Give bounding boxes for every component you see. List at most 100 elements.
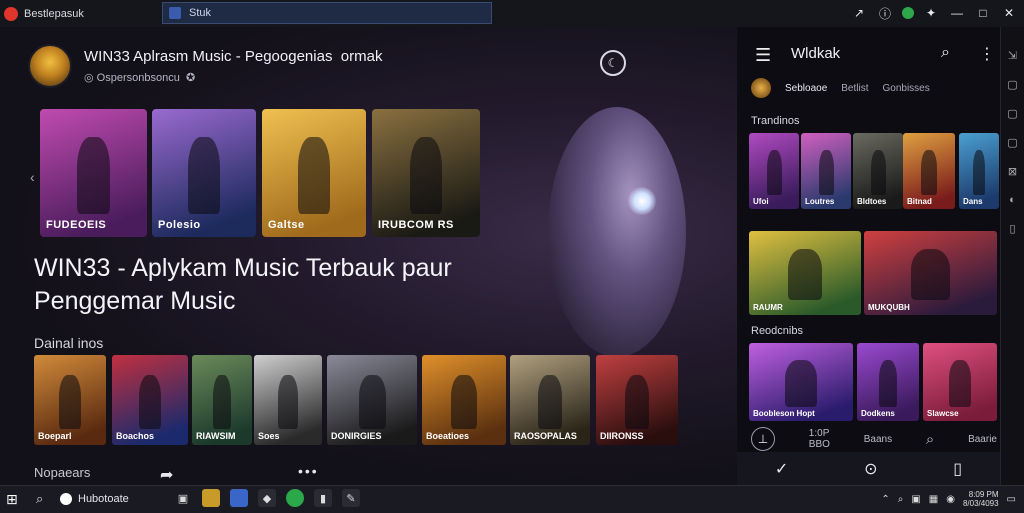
trending-tile[interactable]: Ufoi bbox=[749, 133, 799, 209]
album-card[interactable]: Soes bbox=[254, 355, 322, 445]
side-tool-2-icon[interactable]: ▢ bbox=[1007, 78, 1017, 91]
featured-card-label: Galtse bbox=[268, 219, 305, 231]
theme-toggle-icon[interactable]: ☾ bbox=[600, 50, 626, 76]
browser-icon[interactable] bbox=[286, 489, 304, 507]
taskbar-app-icon bbox=[60, 493, 72, 505]
trending-tile[interactable]: Loutres bbox=[801, 133, 851, 209]
featured-card[interactable]: IRUBCOM RS bbox=[372, 109, 480, 237]
tab-title: Stuk bbox=[189, 7, 212, 19]
album-card[interactable]: RAOSOPALAS bbox=[510, 355, 590, 445]
trending-tile[interactable]: Dans bbox=[959, 133, 999, 209]
side-tool-1-icon[interactable]: ⇲ bbox=[1008, 49, 1017, 62]
taskbar-icon-2[interactable]: ◆ bbox=[258, 489, 276, 507]
artist-figure bbox=[785, 360, 817, 407]
menu-icon[interactable]: ☰ bbox=[755, 45, 771, 66]
album-card[interactable]: Boachos bbox=[112, 355, 188, 445]
album-card[interactable]: DONIRGIES bbox=[327, 355, 417, 445]
taskbar-icon-3[interactable]: ▮ bbox=[314, 489, 332, 507]
chat-icon[interactable]: ⌕ bbox=[941, 44, 950, 62]
side-toolbar: ⇲ ▢ ▢ ▢ ⊠ ◐ ▯ bbox=[1000, 27, 1024, 485]
featured-tile[interactable]: RAUMR bbox=[749, 231, 861, 315]
ctrl-label-a[interactable]: Baans bbox=[864, 434, 892, 445]
featured-card[interactable]: Polesio bbox=[152, 109, 256, 237]
panel-title: Wldkak bbox=[791, 45, 841, 62]
featured-card[interactable]: FUDEOEIS bbox=[40, 109, 147, 237]
album-card[interactable]: Boeparl bbox=[34, 355, 106, 445]
share-arrow-icon[interactable]: ➦ bbox=[160, 465, 173, 485]
taskbar-icon-1[interactable]: ▣ bbox=[174, 489, 192, 507]
folder-icon[interactable] bbox=[202, 489, 220, 507]
section-title: Dainal inos bbox=[34, 335, 104, 351]
main-content: ☾ WIN33 Aplrasm Music - Pegoogenias orma… bbox=[0, 27, 737, 485]
side-tool-5-icon[interactable]: ⊠ bbox=[1008, 165, 1017, 178]
taskbar-icon-4[interactable]: ✎ bbox=[342, 489, 360, 507]
taskbar-app-label: Hubotoate bbox=[78, 493, 129, 505]
album-card-label: RIAWSIM bbox=[196, 431, 236, 441]
info-icon[interactable]: ⓘ bbox=[876, 4, 894, 22]
share-icon[interactable]: ↗ bbox=[850, 4, 868, 22]
user-avatar[interactable] bbox=[751, 78, 771, 98]
side-tool-6-icon[interactable]: ◐ bbox=[1009, 194, 1016, 206]
album-card[interactable]: DIIRONSS bbox=[596, 355, 678, 445]
bottom-nav-row: Nopaears ➦ ••• bbox=[34, 463, 334, 485]
album-card-label: DIIRONSS bbox=[600, 431, 644, 441]
trending-tile[interactable]: Bitnad bbox=[903, 133, 955, 209]
artist-figure bbox=[910, 249, 951, 300]
featured-card[interactable]: Galtse bbox=[262, 109, 366, 237]
send-icon[interactable]: ✓ bbox=[775, 459, 788, 479]
album-card[interactable]: RIAWSIM bbox=[192, 355, 252, 445]
recommended-tile[interactable]: Boobleson Hopt bbox=[749, 343, 853, 421]
play-icon[interactable]: ⊥ bbox=[751, 427, 775, 451]
store-icon[interactable] bbox=[230, 489, 248, 507]
start-icon[interactable]: ⊞ bbox=[6, 491, 18, 508]
play-time: 1:0P BBO bbox=[808, 428, 830, 450]
tab-profile[interactable]: Sebloaoe bbox=[785, 83, 827, 94]
tray-icon-3[interactable]: ▣ bbox=[911, 494, 920, 505]
app-title: Bestlepasuk bbox=[4, 4, 154, 24]
recommended-tile-label: Boobleson Hopt bbox=[753, 409, 815, 418]
artist-figure bbox=[409, 137, 443, 214]
featured-tile[interactable]: MUKQUBH bbox=[864, 231, 997, 315]
recommended-tile[interactable]: Dodkens bbox=[857, 343, 919, 421]
volume-icon[interactable]: ◉ bbox=[946, 494, 955, 505]
ctrl-label-b[interactable]: Baarie bbox=[968, 434, 997, 445]
window-titlebar: Bestlepasuk Stuk ↗ ⓘ ✦ — □ ✕ bbox=[0, 0, 1024, 28]
trending-tile[interactable]: Bldtoes bbox=[853, 133, 903, 209]
minimize-button[interactable]: — bbox=[948, 4, 966, 22]
side-tool-7-icon[interactable]: ▯ bbox=[1009, 222, 1015, 235]
album-card[interactable]: Boeatioes bbox=[422, 355, 506, 445]
notification-icon[interactable]: ▭ bbox=[1007, 494, 1016, 505]
clock[interactable]: 8:09 PM 8/03/4093 bbox=[963, 490, 999, 508]
trending-tile-label: Bitnad bbox=[907, 197, 932, 206]
record-icon[interactable]: ⊙ bbox=[864, 459, 877, 479]
extension-icon[interactable]: ✦ bbox=[922, 4, 940, 22]
featured-card-label: FUDEOEIS bbox=[46, 219, 107, 231]
tray-icon-2[interactable]: ⌕ bbox=[898, 494, 904, 505]
search-icon[interactable]: ⌕ bbox=[926, 431, 934, 448]
side-tool-4-icon[interactable]: ▢ bbox=[1007, 136, 1017, 149]
page-title: WIN33 Aplrasm Music - Pegoogenias ormak bbox=[84, 48, 383, 65]
browser-tab[interactable]: Stuk bbox=[162, 2, 492, 24]
tray-icon-1[interactable]: ⌃ bbox=[881, 494, 889, 505]
trending-tile-label: Bldtoes bbox=[857, 197, 887, 206]
tab-gonbisses[interactable]: Gonbisses bbox=[883, 83, 930, 94]
side-tool-3-icon[interactable]: ▢ bbox=[1007, 107, 1017, 120]
network-icon[interactable]: ▦ bbox=[929, 494, 938, 505]
taskbar-search-icon[interactable]: ⌕ bbox=[36, 491, 43, 507]
trending-title: Trandinos bbox=[751, 115, 800, 127]
kebab-menu-icon[interactable]: ⋮ bbox=[979, 44, 995, 64]
bookmark-icon[interactable]: ▯ bbox=[953, 459, 962, 479]
more-icon[interactable]: ••• bbox=[298, 463, 319, 479]
maximize-button[interactable]: □ bbox=[974, 4, 992, 22]
recommended-tile[interactable]: Slawcse bbox=[923, 343, 997, 421]
featured-tile-label: RAUMR bbox=[753, 303, 783, 312]
status-icon[interactable] bbox=[902, 7, 914, 19]
taskbar-app[interactable]: Hubotoate bbox=[60, 489, 170, 509]
close-button[interactable]: ✕ bbox=[1000, 4, 1018, 22]
recommended-tile-label: Dodkens bbox=[861, 409, 895, 418]
tab-betlist[interactable]: Betlist bbox=[841, 83, 868, 94]
artist-figure bbox=[788, 249, 822, 300]
bottom-label: Nopaears bbox=[34, 465, 91, 480]
avatar[interactable] bbox=[28, 44, 72, 88]
carousel-prev-icon[interactable]: ‹ bbox=[30, 169, 35, 185]
